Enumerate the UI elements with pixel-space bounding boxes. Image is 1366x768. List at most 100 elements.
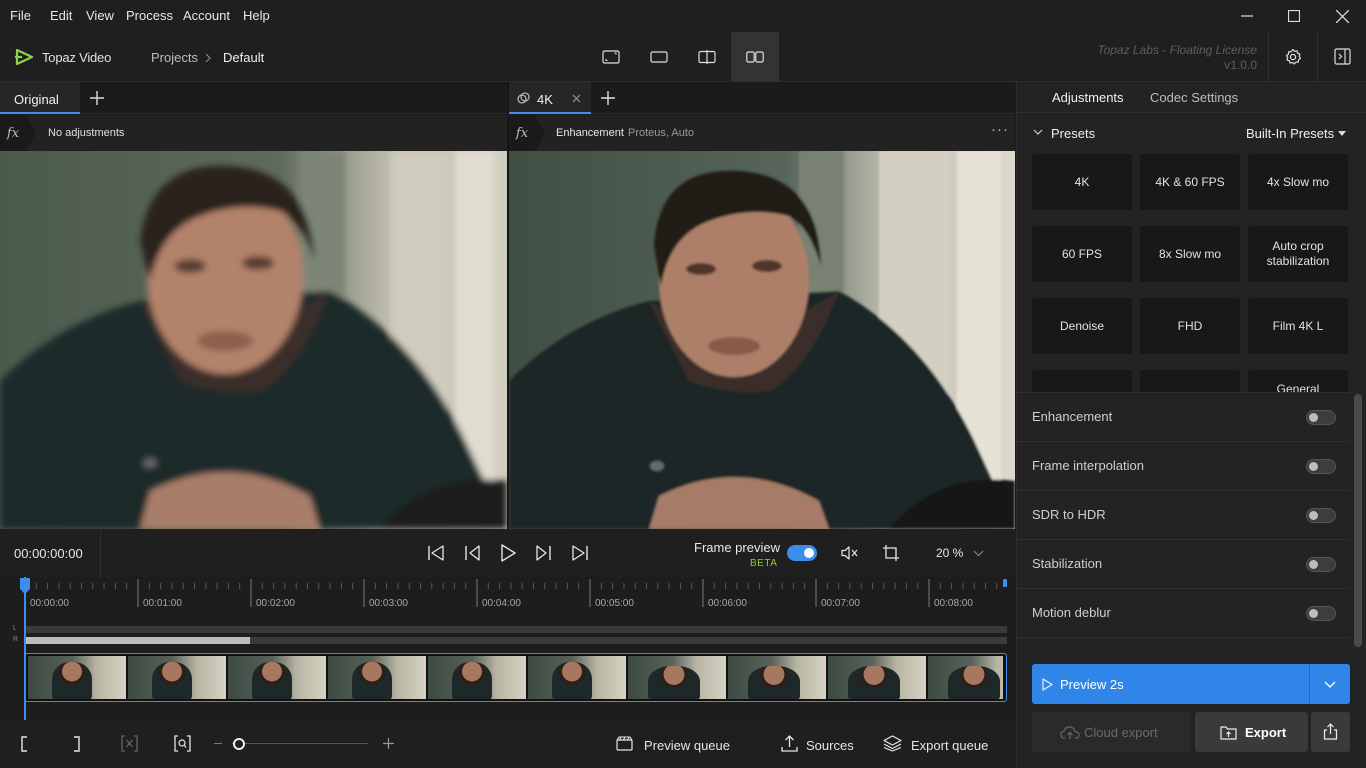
audio-track-right bbox=[25, 637, 1007, 644]
preset-film-4k-l[interactable]: Film 4K L bbox=[1248, 298, 1348, 354]
preset-8x-slow-mo[interactable]: 8x Slow mo bbox=[1140, 226, 1240, 282]
collapse-presets-icon[interactable] bbox=[1033, 129, 1043, 136]
view-side-by-side-button[interactable] bbox=[731, 32, 779, 81]
original-video-frame[interactable] bbox=[0, 151, 507, 529]
mute-button[interactable] bbox=[838, 541, 862, 565]
step-forward-icon bbox=[536, 545, 551, 561]
preset-4x-slow-mo[interactable]: 4x Slow mo bbox=[1248, 154, 1348, 210]
preset-row4-1[interactable] bbox=[1032, 370, 1132, 392]
tick-label: 00:02:00 bbox=[256, 598, 295, 609]
preset-auto-crop-stabilization[interactable]: Auto crop stabilization bbox=[1248, 226, 1348, 282]
tick-label: 00:06:00 bbox=[708, 598, 747, 609]
enhanced-frame-image bbox=[509, 151, 1015, 529]
breadcrumb-projects[interactable]: Projects bbox=[151, 50, 198, 65]
left-fx-label: No adjustments bbox=[48, 127, 125, 139]
clear-range-icon[interactable] bbox=[120, 735, 139, 752]
share-button[interactable] bbox=[1311, 712, 1350, 752]
mark-out-icon[interactable] bbox=[73, 736, 81, 752]
play-button[interactable] bbox=[496, 541, 520, 565]
chevron-down-icon[interactable] bbox=[1324, 681, 1336, 688]
frame-interpolation-toggle[interactable] bbox=[1306, 459, 1336, 474]
close-window-button[interactable] bbox=[1319, 0, 1365, 32]
playhead[interactable] bbox=[24, 577, 26, 720]
menu-view[interactable]: View bbox=[86, 8, 114, 23]
filmstrip-thumbnail bbox=[828, 656, 926, 699]
menu-account[interactable]: Account bbox=[183, 8, 230, 23]
timeline[interactable]: 00:00:00 00:01:00 00:02:00 00:03:00 00:04:00… bbox=[0, 577, 1015, 720]
tab-codec-settings[interactable]: Codec Settings bbox=[1150, 90, 1238, 105]
topaz-logo-icon bbox=[15, 48, 34, 66]
zoom-out-icon[interactable] bbox=[214, 743, 222, 744]
zoom-level[interactable]: 20 % bbox=[936, 546, 963, 560]
next-frame-button[interactable] bbox=[532, 541, 556, 565]
enhancement-toggle[interactable] bbox=[1306, 410, 1336, 425]
presets-source-dropdown[interactable]: Built-In Presets bbox=[1246, 126, 1334, 141]
settings-button[interactable] bbox=[1268, 32, 1317, 81]
zoom-fit-icon[interactable] bbox=[173, 735, 192, 752]
preset-general[interactable]: General bbox=[1248, 370, 1348, 392]
menu-file[interactable]: File bbox=[10, 8, 31, 23]
menu-process[interactable]: Process bbox=[126, 8, 173, 23]
video-track[interactable] bbox=[24, 653, 1007, 702]
export-queue-button[interactable]: Export queue bbox=[911, 738, 988, 753]
right-fx-title: Enhancement bbox=[556, 127, 624, 139]
frame-preview-toggle[interactable] bbox=[787, 545, 817, 561]
preset-4k-60fps[interactable]: 4K & 60 FPS bbox=[1140, 154, 1240, 210]
timeline-zoom-slider[interactable] bbox=[232, 743, 368, 744]
tab-adjustments[interactable]: Adjustments bbox=[1052, 90, 1124, 105]
preview-button[interactable]: Preview 2s bbox=[1032, 664, 1350, 704]
view-full-button[interactable] bbox=[635, 32, 683, 81]
filmstrip-thumbnail bbox=[428, 656, 526, 699]
tick-label: 00:05:00 bbox=[595, 598, 634, 609]
end-marker[interactable] bbox=[1003, 579, 1007, 587]
more-options-icon[interactable]: ··· bbox=[991, 121, 1009, 138]
filmstrip-thumbnail bbox=[228, 656, 326, 699]
layers-icon bbox=[883, 735, 902, 752]
mark-in-icon[interactable] bbox=[20, 736, 28, 752]
motion-deblur-toggle[interactable] bbox=[1306, 606, 1336, 621]
panel-scrollbar[interactable] bbox=[1354, 394, 1362, 647]
timeline-zoom-handle[interactable] bbox=[233, 738, 245, 750]
menu-edit[interactable]: Edit bbox=[50, 8, 72, 23]
playhead-handle-icon[interactable] bbox=[19, 577, 31, 595]
export-button[interactable]: Export bbox=[1195, 712, 1308, 752]
previous-frame-button[interactable] bbox=[460, 541, 484, 565]
preset-grid: 4K 4K & 60 FPS 4x Slow mo 60 FPS 8x Slow… bbox=[1016, 144, 1351, 392]
toggle-panel-button[interactable] bbox=[1317, 32, 1366, 81]
preview-queue-button[interactable]: Preview queue bbox=[644, 738, 730, 753]
preview-queue-icon bbox=[616, 736, 633, 751]
menu-help[interactable]: Help bbox=[243, 8, 270, 23]
preset-row4-2[interactable] bbox=[1140, 370, 1240, 392]
panel-tabs: Adjustments Codec Settings bbox=[1017, 82, 1366, 113]
sdr-to-hdr-label: SDR to HDR bbox=[1032, 507, 1106, 522]
original-frame-image bbox=[0, 151, 507, 529]
tab-original[interactable]: Original bbox=[0, 82, 80, 114]
preset-4k[interactable]: 4K bbox=[1032, 154, 1132, 210]
preset-denoise[interactable]: Denoise bbox=[1032, 298, 1132, 354]
right-fx-detail: Proteus, Auto bbox=[628, 127, 695, 139]
go-to-start-button[interactable] bbox=[424, 541, 448, 565]
cloud-export-button[interactable]: Cloud export bbox=[1032, 712, 1190, 752]
zoom-in-icon[interactable] bbox=[383, 738, 394, 749]
sources-button[interactable]: Sources bbox=[806, 738, 854, 753]
skip-back-icon bbox=[428, 545, 444, 561]
add-tab-icon[interactable] bbox=[89, 90, 105, 106]
zoom-chevron-down-icon[interactable] bbox=[973, 550, 984, 557]
sdr-to-hdr-toggle[interactable] bbox=[1306, 508, 1336, 523]
right-tab-bar: 4K bbox=[509, 82, 1015, 114]
timecode: 00:00:00:00 bbox=[14, 546, 83, 561]
view-split-button[interactable] bbox=[683, 32, 731, 81]
maximize-button[interactable] bbox=[1271, 0, 1317, 32]
add-tab-icon[interactable] bbox=[600, 90, 616, 106]
go-to-end-button[interactable] bbox=[568, 541, 592, 565]
preset-tab-icon bbox=[517, 92, 530, 104]
enhanced-video-frame[interactable] bbox=[509, 151, 1015, 529]
preset-fhd[interactable]: FHD bbox=[1140, 298, 1240, 354]
minimize-button[interactable] bbox=[1224, 0, 1270, 32]
preset-60fps[interactable]: 60 FPS bbox=[1032, 226, 1132, 282]
tab-4k[interactable]: 4K bbox=[509, 82, 591, 114]
close-tab-icon[interactable] bbox=[572, 94, 581, 103]
stabilization-toggle[interactable] bbox=[1306, 557, 1336, 572]
view-single-button[interactable] bbox=[587, 32, 635, 81]
crop-button[interactable] bbox=[879, 541, 903, 565]
